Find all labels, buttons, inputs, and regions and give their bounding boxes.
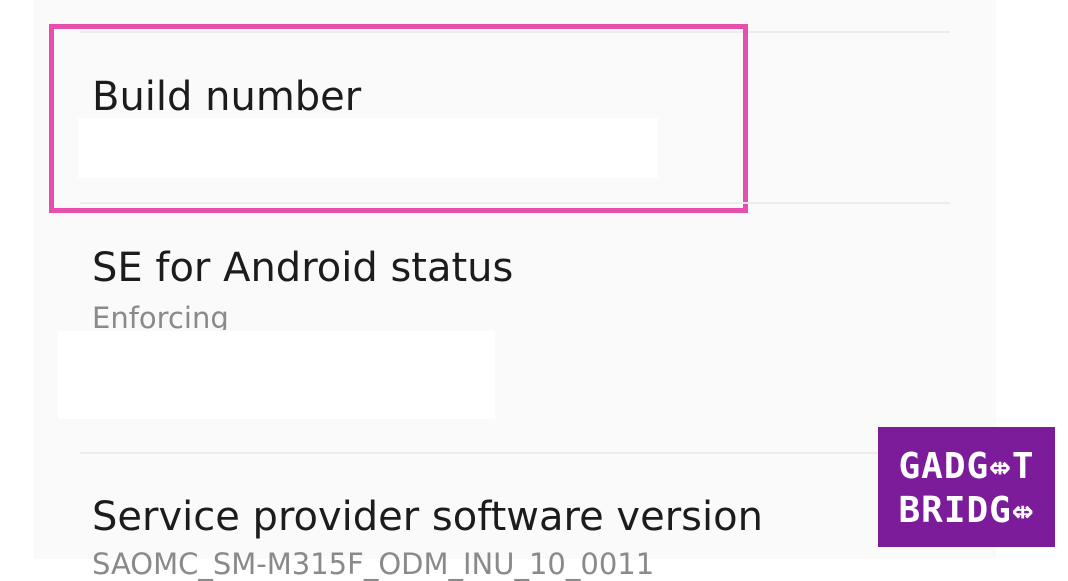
se-android-status-value: Enforcing [92, 304, 229, 330]
logo-text-line1: GADG⇎T [898, 446, 1035, 487]
redacted-area [58, 331, 495, 419]
logo-text-line2: BRIDG⇎ [898, 490, 1035, 531]
redacted-build-number-value [78, 118, 658, 178]
service-provider-version-title: Service provider software version [92, 494, 763, 540]
gadget-bridge-logo: GADG⇎T BRIDG⇎ [878, 427, 1055, 547]
build-number-title: Build number [92, 74, 362, 120]
service-provider-version-value: SAOMC_SM-M315F_ODM_INU_10_0011 [92, 547, 655, 581]
se-android-status-title: SE for Android status [92, 245, 514, 291]
